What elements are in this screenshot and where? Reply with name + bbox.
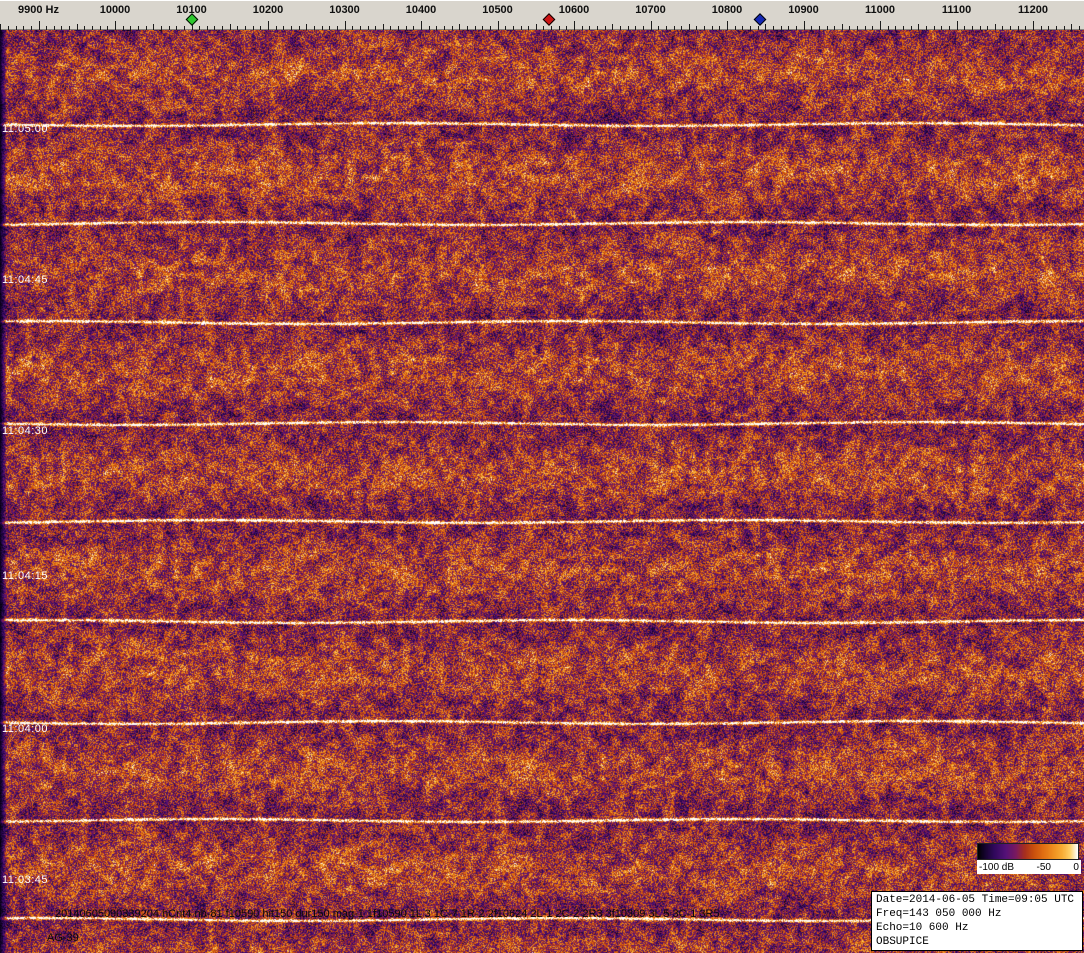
freq-tick — [1033, 21, 1034, 30]
colorbar-max-label: 0 — [1073, 862, 1079, 873]
time-label: 11:04:00 — [2, 723, 48, 735]
freq-tick-label: 11000 — [865, 4, 895, 16]
freq-tick — [421, 21, 422, 30]
freq-tick — [498, 21, 499, 30]
freq-tick — [268, 21, 269, 30]
colorbar-labels: -100 dB -50 0 — [977, 860, 1081, 874]
freq-tick-label: 10000 — [100, 4, 131, 16]
time-label: 11:04:15 — [2, 570, 48, 582]
waterfall-plot: 11:05:00 11:04:45 11:04:30 11:04:15 11:04:00… — [0, 30, 1084, 953]
freq-tick — [957, 21, 958, 30]
freq-tick — [727, 21, 728, 30]
station-tag: AG-39 — [47, 932, 79, 944]
freq-tick — [115, 21, 116, 30]
spectrogram-canvas — [0, 30, 1084, 953]
freq-tick-label: 10400 — [406, 4, 437, 16]
freq-tick-label: 11200 — [1018, 4, 1048, 16]
freq-tick-label: 10700 — [635, 4, 666, 16]
time-label: 11:05:00 — [2, 123, 48, 135]
info-line: OBSUPICE — [876, 935, 1078, 949]
detection-log-text: 20140605090339204 hCnt4 nb-81 f10590 hit… — [55, 908, 720, 920]
freq-tick-label: 10600 — [559, 4, 590, 16]
time-label: 11:03:45 — [2, 874, 48, 886]
freq-tick-label: 11100 — [942, 4, 971, 16]
colorbar-legend: -100 dB -50 0 — [977, 843, 1081, 874]
freq-tick-label: 10200 — [253, 4, 284, 16]
freq-tick — [345, 21, 346, 30]
frequency-scale: 9900 Hz 10000 10100 10200 10300 10400 10500 106… — [0, 0, 1084, 30]
info-line: Echo=10 600 Hz — [876, 921, 1078, 935]
colorbar-mid-label: -50 — [1037, 862, 1051, 873]
colorbar-gradient — [977, 843, 1079, 860]
freq-tick — [574, 21, 575, 30]
time-label: 11:04:45 — [2, 274, 48, 286]
freq-tick-label: 10900 — [788, 4, 819, 16]
freq-tick — [39, 21, 40, 30]
freq-tick — [651, 21, 652, 30]
freq-tick-label: 10800 — [712, 4, 743, 16]
time-label: 11:04:30 — [2, 425, 48, 437]
info-line: Date=2014-06-05 Time=09:05 UTC — [876, 893, 1078, 907]
colorbar-min-label: -100 dB — [979, 862, 1014, 873]
freq-tick-label: 9900 Hz — [18, 4, 59, 16]
meteor-echo-spectrogram-app: 9900 Hz 10000 10100 10200 10300 10400 10500 106… — [0, 0, 1084, 953]
freq-tick-label: 10300 — [329, 4, 360, 16]
observation-info-box: Date=2014-06-05 Time=09:05 UTC Freq=143 0… — [871, 891, 1083, 951]
freq-tick-label: 10500 — [482, 4, 513, 16]
freq-tick — [804, 21, 805, 30]
freq-tick — [880, 21, 881, 30]
info-line: Freq=143 050 000 Hz — [876, 907, 1078, 921]
marker-red-diamond[interactable] — [542, 13, 555, 26]
